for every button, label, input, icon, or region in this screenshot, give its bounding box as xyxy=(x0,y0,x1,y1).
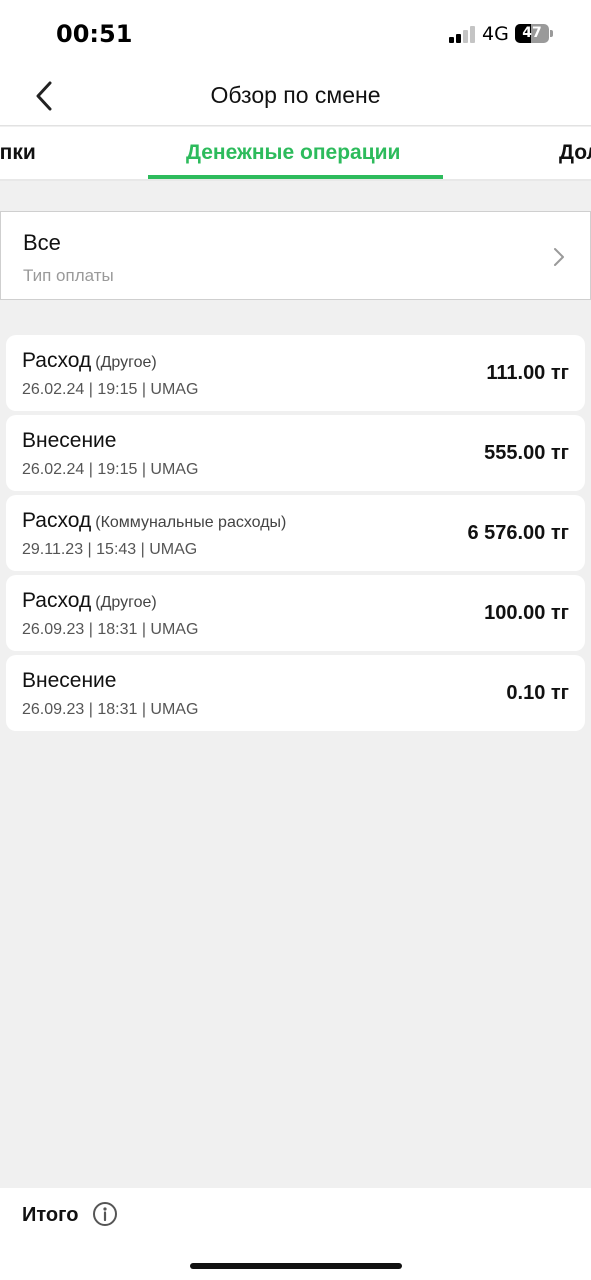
signal-icon xyxy=(449,26,475,43)
status-time: 00:51 xyxy=(56,20,133,48)
operation-type: Расход xyxy=(22,349,92,372)
operation-meta: 29.11.23 | 15:43 | UMAG xyxy=(22,541,198,558)
operation-category: (Коммунальные расходы) xyxy=(95,514,287,531)
operation-title: Внесение xyxy=(22,429,120,453)
tab-next[interactable]: Дол xyxy=(559,141,591,165)
filter-label: Тип оплаты xyxy=(23,266,114,285)
operation-amount: 6 576.00 тг xyxy=(467,522,569,544)
operation-type: Внесение xyxy=(22,429,117,452)
operation-amount: 555.00 тг xyxy=(484,442,569,464)
battery-icon: 47 xyxy=(515,24,549,43)
page-title: Обзор по смене xyxy=(210,82,381,108)
operation-amount: 100.00 тг xyxy=(484,602,569,624)
operation-amount: 0.10 тг xyxy=(506,682,569,704)
chevron-right-icon xyxy=(554,248,564,266)
operation-category: (Другое) xyxy=(95,354,157,371)
operation-type: Расход xyxy=(22,509,92,532)
network-type: 4G xyxy=(482,23,509,45)
operation-title: Внесение xyxy=(22,669,120,693)
battery-percent: 47 xyxy=(522,25,542,41)
signal-bar xyxy=(449,37,454,43)
screen: 00:51 4G 47 Обзор по смене упки Денежные… xyxy=(0,0,591,1280)
operation-item[interactable]: Внесение 26.09.23 | 18:31 | UMAG 0.10 тг xyxy=(6,655,585,731)
total-label: Итого xyxy=(22,1204,79,1226)
battery-tip xyxy=(550,30,553,37)
status-bar: 00:51 4G 47 xyxy=(0,0,591,68)
info-button[interactable] xyxy=(92,1201,118,1227)
operation-title: Расход (Коммунальные расходы) xyxy=(22,509,286,533)
operation-item[interactable]: Расход (Другое) 26.09.23 | 18:31 | UMAG 1… xyxy=(6,575,585,651)
home-indicator xyxy=(190,1263,402,1269)
operation-meta: 26.09.23 | 18:31 | UMAG xyxy=(22,621,199,638)
tab-purchases[interactable]: упки xyxy=(0,141,36,165)
filter-value: Все xyxy=(23,230,61,255)
info-icon xyxy=(93,1202,117,1226)
signal-bar xyxy=(463,30,468,43)
operation-meta: 26.02.24 | 19:15 | UMAG xyxy=(22,461,199,478)
signal-bar xyxy=(456,34,461,43)
operation-item[interactable]: Расход (Другое) 26.02.24 | 19:15 | UMAG 1… xyxy=(6,335,585,411)
operation-type: Расход xyxy=(22,589,92,612)
operation-title: Расход (Другое) xyxy=(22,349,157,373)
operation-meta: 26.02.24 | 19:15 | UMAG xyxy=(22,381,199,398)
signal-bar xyxy=(470,26,475,43)
active-tab-indicator xyxy=(148,175,443,179)
tab-cash-operations[interactable]: Денежные операции xyxy=(186,141,400,165)
operation-type: Внесение xyxy=(22,669,117,692)
totals-footer: Итого xyxy=(0,1188,591,1280)
nav-bar: Обзор по смене xyxy=(0,68,591,126)
operation-amount: 111.00 тг xyxy=(486,362,569,384)
tab-bar: упки Денежные операции Дол xyxy=(0,127,591,181)
operation-item[interactable]: Расход (Коммунальные расходы) 29.11.23 | … xyxy=(6,495,585,571)
operation-meta: 26.09.23 | 18:31 | UMAG xyxy=(22,701,199,718)
operation-title: Расход (Другое) xyxy=(22,589,157,613)
payment-type-filter[interactable]: Все Тип оплаты xyxy=(0,211,591,300)
operation-category: (Другое) xyxy=(95,594,157,611)
operation-item[interactable]: Внесение 26.02.24 | 19:15 | UMAG 555.00 … xyxy=(6,415,585,491)
